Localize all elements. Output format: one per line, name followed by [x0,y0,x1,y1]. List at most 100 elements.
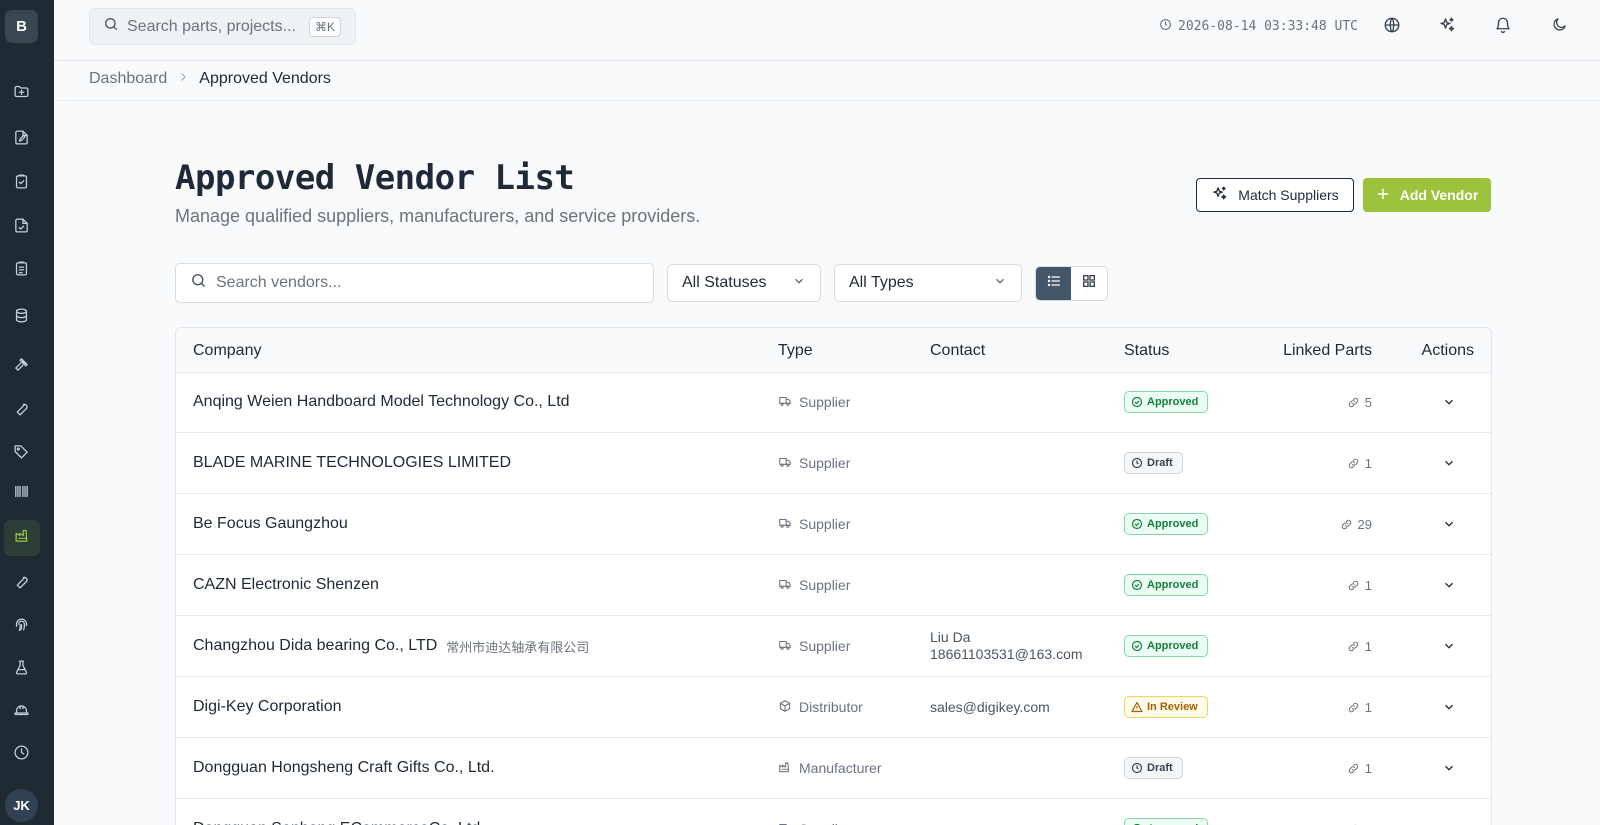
datetime-display: 2026-08-14 03:33:48 UTC [1159,18,1358,35]
column-header-type[interactable]: Type [778,342,813,360]
match-suppliers-label: Match Suppliers [1238,187,1339,203]
company-name[interactable]: Dongguan Senhong ECommerceCo. Ltd [193,820,480,825]
expand-row-button[interactable] [1437,451,1461,475]
bell-icon [1494,16,1512,39]
sidebar-item-fingerprint[interactable] [0,610,42,646]
table-row[interactable]: Dongguan Hongsheng Craft Gifts Co., Ltd.… [176,738,1491,799]
table-row[interactable]: CAZN Electronic Shenzen Supplier Approved 1 [176,555,1491,616]
company-cell: Dongguan Hongsheng Craft Gifts Co., Ltd. [193,738,495,798]
global-search[interactable]: Search parts, projects... ⌘K [89,8,356,45]
sidebar-item-folder-plus[interactable] [0,76,42,112]
company-name[interactable]: Be Focus Gaungzhou [193,515,348,533]
company-name[interactable]: Anqing Weien Handboard Model Technology … [193,393,570,411]
view-toggle [1035,266,1108,301]
list-view-button[interactable] [1036,267,1071,300]
file-check-icon [13,217,30,239]
chevron-down-icon [1442,395,1456,409]
company-name[interactable]: CAZN Electronic Shenzen [193,576,379,594]
datetime-text: 2026-08-14 03:33:48 UTC [1178,19,1359,34]
column-header-actions: Actions [1421,342,1474,359]
wrench-icon [13,573,30,595]
company-name[interactable]: BLADE MARINE TECHNOLOGIES LIMITED [193,454,511,472]
vendor-type: Supplier [799,821,850,825]
table-row[interactable]: Digi-Key Corporation Distributor sales@dig… [176,677,1491,738]
expand-row-button[interactable] [1437,634,1461,658]
sidebar-item-tag[interactable] [0,436,42,472]
sidebar-item-wrench[interactable] [0,566,42,602]
contact-email[interactable]: sales@digikey.com [930,699,1050,716]
clipboard-list-icon [13,260,30,282]
add-vendor-button[interactable]: Add Vendor [1363,178,1491,212]
linked-parts-cell: 1 [1347,738,1372,798]
list-icon [1046,273,1062,294]
company-cell: Digi-Key Corporation [193,677,342,737]
vendor-type: Supplier [799,638,851,654]
column-header-status[interactable]: Status [1124,342,1169,360]
sidebar-item-file-check[interactable] [0,210,42,246]
table-row[interactable]: Dongguan Senhong ECommerceCo. Ltd Supplie… [176,799,1491,825]
theme-toggle[interactable] [1547,15,1571,39]
sidebar-item-flask[interactable] [0,652,42,688]
company-name[interactable]: Digi-Key Corporation [193,698,342,716]
actions-cell [1437,677,1461,737]
sidebar-item-factory[interactable] [4,520,40,556]
expand-row-button[interactable] [1437,695,1461,719]
sidebar-item-clipboard-check[interactable] [0,166,42,202]
match-suppliers-button[interactable]: Match Suppliers [1196,178,1354,212]
company-name[interactable]: Changzhou Dida bearing Co., LTD [193,637,437,655]
sidebar-item-database[interactable] [0,300,42,336]
status-label: In Review [1147,701,1198,713]
status-approved-icon [1131,579,1143,591]
linked-parts-cell: 1 [1347,555,1372,615]
status-filter[interactable]: All Statuses [667,264,821,302]
table-row[interactable]: Be Focus Gaungzhou Supplier Approved 29 [176,494,1491,555]
factory-icon [14,527,31,549]
link-icon [1347,762,1360,775]
expand-row-button[interactable] [1437,390,1461,414]
wrench-icon [13,400,30,422]
ai-button[interactable] [1435,15,1459,39]
expand-row-button[interactable] [1437,512,1461,536]
folder-plus-icon [13,83,30,105]
table-row[interactable]: Anqing Weien Handboard Model Technology … [176,372,1491,433]
search-icon [190,272,207,294]
clock-icon [13,744,30,766]
grid-view-button[interactable] [1071,267,1106,300]
sidebar-item-clipboard-list[interactable] [0,253,42,289]
table-row[interactable]: Changzhou Dida bearing Co., LTD 常州市迪达轴承有限… [176,616,1491,677]
sidebar-item-hammer[interactable] [0,349,42,385]
sidebar-item-barcode[interactable] [0,476,42,512]
vendor-search-input[interactable]: Search vendors... [175,263,654,303]
vendor-table: Company Type Contact Status Linked Parts… [175,327,1492,825]
type-cell: Supplier [778,799,850,825]
moon-icon [1551,16,1568,38]
expand-row-button[interactable] [1437,817,1461,825]
sidebar-item-clock[interactable] [0,737,42,773]
user-avatar[interactable]: JK [5,789,38,822]
sidebar-item-hard-hat[interactable] [0,694,42,730]
company-cell: Dongguan Senhong ECommerceCo. Ltd [193,799,480,825]
contact-email[interactable]: 18661103531@163.com [930,646,1083,663]
app-logo[interactable]: B [5,10,38,43]
breadcrumb-dashboard[interactable]: Dashboard [89,70,167,88]
hard-hat-icon [13,701,30,723]
table-row[interactable]: BLADE MARINE TECHNOLOGIES LIMITED Supplie… [176,433,1491,494]
company-name[interactable]: Dongguan Hongsheng Craft Gifts Co., Ltd. [193,759,495,777]
vendor-type: Supplier [799,516,851,532]
column-header-linked-parts[interactable]: Linked Parts [1283,342,1372,360]
expand-row-button[interactable] [1437,756,1461,780]
language-button[interactable] [1380,15,1404,39]
sidebar-item-wrench[interactable] [0,393,42,429]
add-vendor-label: Add Vendor [1399,187,1479,203]
status-badge: Approved [1124,391,1209,413]
linked-parts-cell: 5 [1347,372,1372,432]
type-filter[interactable]: All Types [834,264,1022,302]
sidebar-item-file-edit[interactable] [0,122,42,158]
column-header-contact[interactable]: Contact [930,342,985,360]
expand-row-button[interactable] [1437,573,1461,597]
linked-parts-count: 29 [1357,516,1372,532]
status-cell: Approved [1124,799,1209,825]
notifications-button[interactable] [1491,15,1515,39]
company-alias: 常州市迪达轴承有限公司 [446,639,590,655]
column-header-company[interactable]: Company [193,342,261,360]
